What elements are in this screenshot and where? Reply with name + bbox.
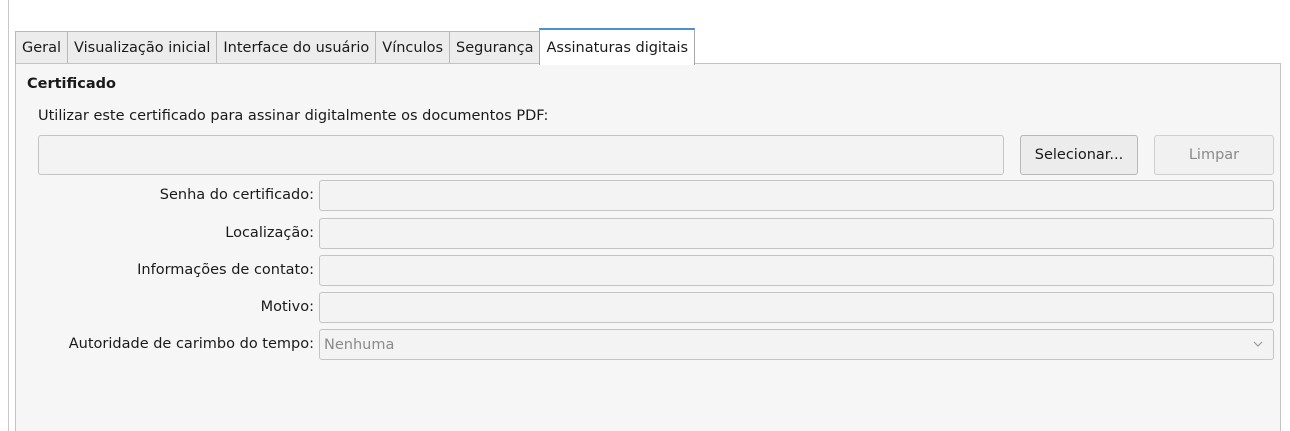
tab-visualizacao-inicial[interactable]: Visualização inicial [67, 31, 218, 64]
tab-geral[interactable]: Geral [15, 31, 69, 64]
reason-field[interactable] [319, 292, 1274, 323]
clear-certificate-button[interactable]: Limpar [1154, 135, 1274, 175]
dialog-left-border [8, 0, 9, 431]
timestamp-authority-select[interactable]: Nenhuma [319, 329, 1274, 360]
contact-info-field[interactable] [319, 255, 1274, 286]
location-label: Localização: [225, 225, 314, 241]
certificate-password-field[interactable] [319, 180, 1274, 211]
location-field[interactable] [319, 218, 1274, 249]
tab-seguranca[interactable]: Segurança [449, 31, 541, 64]
reason-label: Motivo: [260, 299, 314, 315]
select-certificate-button[interactable]: Selecionar... [1020, 135, 1138, 175]
certificate-usage-label: Utilizar este certificado para assinar d… [38, 108, 549, 124]
section-title-certificado: Certificado [27, 76, 116, 92]
tab-bar: Geral Visualização inicial Interface do … [15, 28, 696, 65]
contact-info-label: Informações de contato: [137, 262, 314, 278]
timestamp-authority-label: Autoridade de carimbo do tempo: [68, 336, 314, 352]
chevron-down-icon [1253, 341, 1263, 347]
tab-assinaturas-digitais[interactable]: Assinaturas digitais [539, 28, 696, 65]
tab-panel-assinaturas-digitais: Certificado Utilizar este certificado pa… [15, 63, 1281, 431]
timestamp-authority-value: Nenhuma [324, 336, 395, 353]
certificate-path-field[interactable] [38, 135, 1004, 175]
tab-interface-do-usuario[interactable]: Interface do usuário [216, 31, 377, 64]
tab-vinculos[interactable]: Vínculos [375, 31, 451, 64]
certificate-password-label: Senha do certificado: [159, 187, 314, 203]
